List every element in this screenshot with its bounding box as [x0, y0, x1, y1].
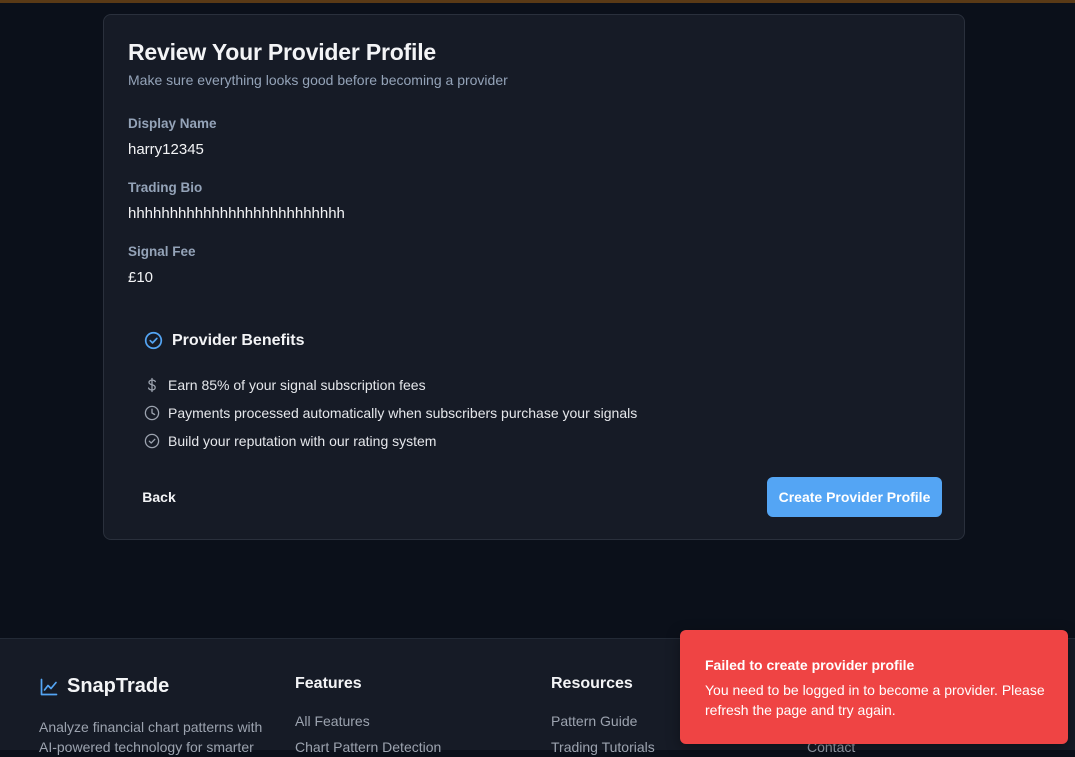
benefit-item: Build your reputation with our rating sy… [144, 433, 436, 449]
provider-benefits: Provider Benefits Earn 85% of your signa… [144, 331, 744, 449]
trading-bio-label: Trading Bio [128, 180, 203, 195]
signal-fee-value: £10 [128, 269, 154, 286]
clock-icon [144, 405, 160, 421]
benefit-text: Payments processed automatically when su… [168, 405, 638, 421]
page-subtitle: Make sure everything looks good before b… [128, 72, 508, 88]
display-name-label: Display Name [128, 116, 217, 131]
dollar-icon [144, 377, 160, 393]
back-button[interactable]: Back [128, 477, 190, 517]
footer-link-all-features[interactable]: All Features [295, 713, 370, 729]
check-circle-icon [144, 433, 160, 449]
page-title: Review Your Provider Profile [128, 39, 436, 65]
trading-bio-value: hhhhhhhhhhhhhhhhhhhhhhhhhh [128, 205, 345, 222]
benefits-header: Provider Benefits [144, 331, 304, 350]
review-card: Review Your Provider Profile Make sure e… [103, 14, 965, 540]
footer-brand[interactable]: SnapTrade [39, 675, 169, 698]
toast-message: You need to be logged in to become a pro… [705, 682, 1045, 718]
create-provider-profile-button[interactable]: Create Provider Profile [767, 477, 942, 517]
signal-fee-label: Signal Fee [128, 244, 196, 259]
benefits-title: Provider Benefits [172, 331, 305, 349]
toast-title: Failed to create provider profile [705, 657, 915, 673]
footer-link-trading-tutorials[interactable]: Trading Tutorials [551, 739, 655, 755]
benefit-item: Earn 85% of your signal subscription fee… [144, 377, 426, 393]
top-accent-strip [0, 0, 1075, 3]
benefit-item: Payments processed automatically when su… [144, 405, 637, 421]
display-name-value: harry12345 [128, 141, 204, 158]
footer-link-chart-pattern-detection[interactable]: Chart Pattern Detection [295, 739, 441, 755]
footer-link-pattern-guide[interactable]: Pattern Guide [551, 713, 637, 729]
brand-name: SnapTrade [67, 675, 170, 697]
footer-resources-title: Resources [551, 675, 633, 692]
error-toast[interactable]: Failed to create provider profile You ne… [680, 630, 1068, 744]
line-chart-icon [39, 677, 59, 697]
footer-features-title: Features [295, 675, 362, 692]
benefit-text: Build your reputation with our rating sy… [168, 433, 437, 449]
check-circle-icon [144, 331, 163, 350]
footer-description: Analyze financial chart patterns with AI… [39, 719, 263, 755]
benefit-text: Earn 85% of your signal subscription fee… [168, 377, 426, 393]
